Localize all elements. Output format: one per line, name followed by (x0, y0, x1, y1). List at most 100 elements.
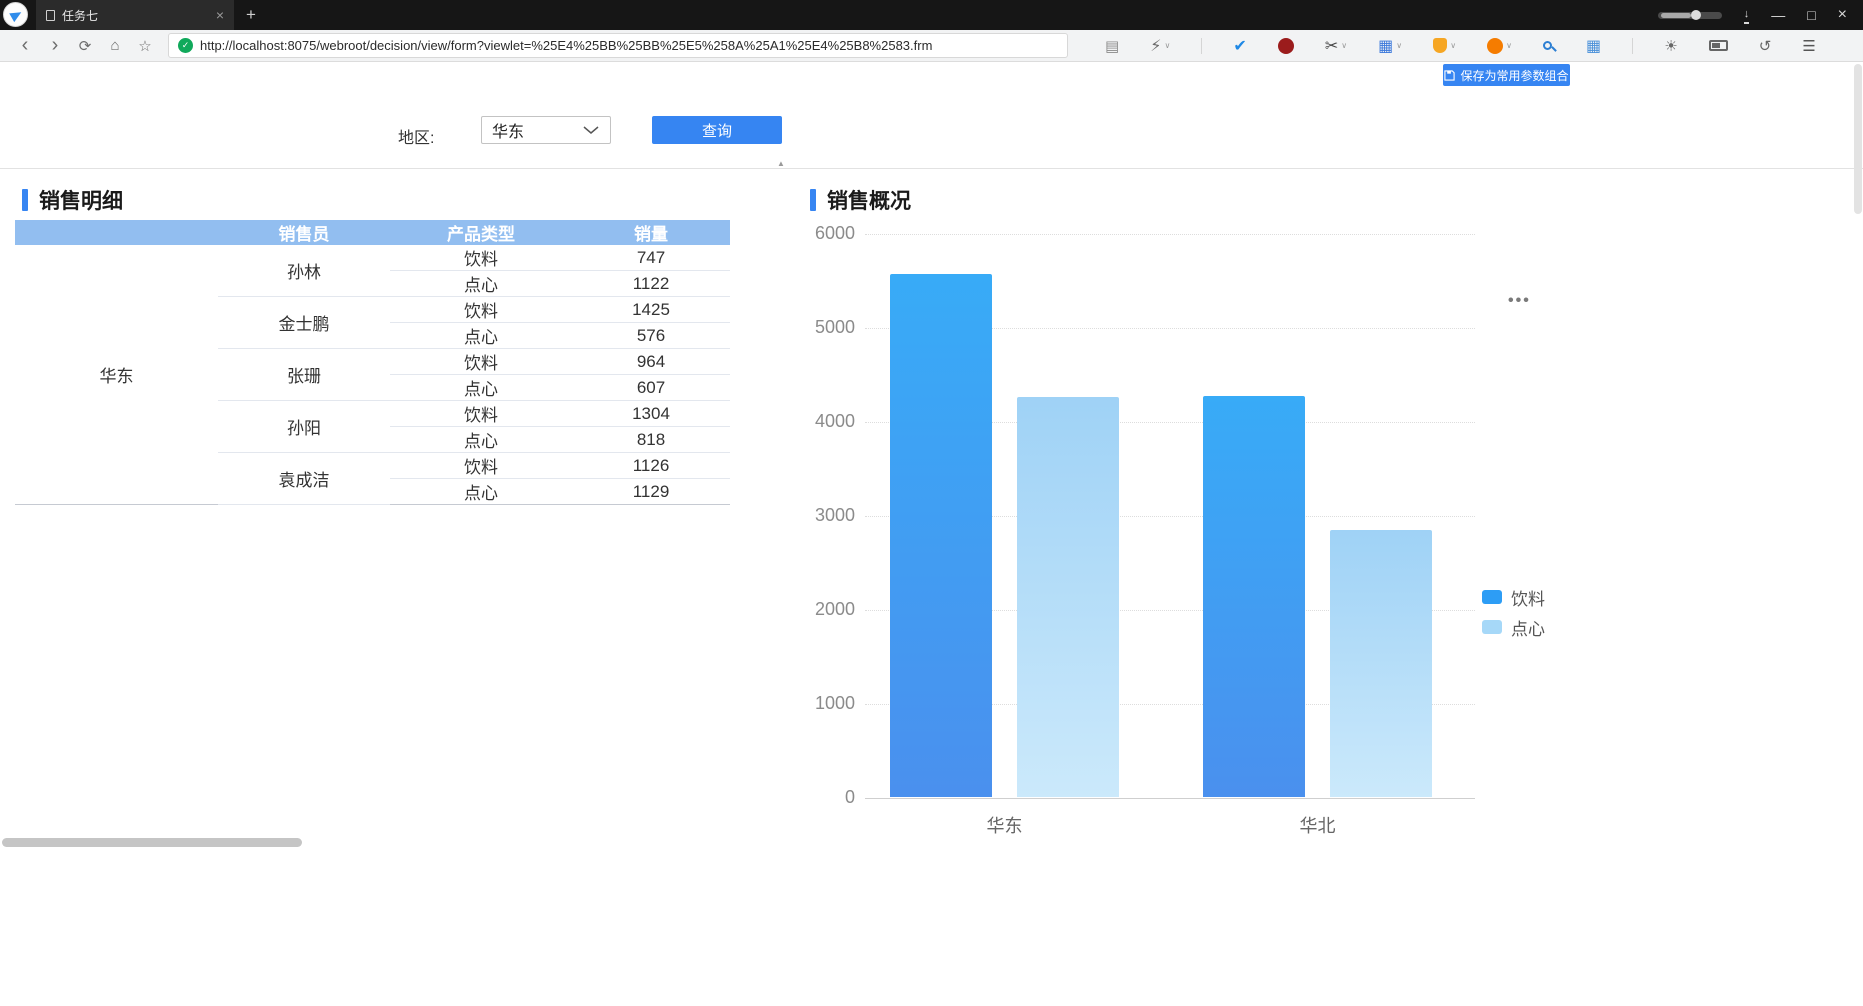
seller-cell: 张珊 (218, 348, 390, 401)
ext-search-icon[interactable] (1542, 39, 1557, 52)
table-glyph: ▦ (1378, 37, 1394, 55)
gridline (865, 234, 1475, 235)
minimize-button[interactable]: — (1771, 8, 1785, 22)
region-cell: 华东 (15, 245, 218, 505)
menu-icon[interactable]: ☰ (1802, 37, 1815, 55)
volume-column-header: 销量 (572, 220, 730, 245)
speed-slider-knob[interactable] (1690, 9, 1701, 20)
maximize-button[interactable]: □ (1807, 8, 1815, 22)
speed-slider[interactable] (1657, 9, 1722, 20)
type-cell: 点心 (390, 478, 572, 505)
value-cell: 1126 (572, 452, 730, 479)
save-param-button[interactable]: 保存为常用参数组合 (1443, 64, 1570, 86)
browser-logo[interactable] (3, 2, 28, 27)
seller-column-header: 销售员 (218, 220, 390, 245)
gridline (865, 798, 1475, 799)
refresh-button[interactable]: ⟳ (70, 37, 100, 55)
seller-cell: 孙林 (218, 245, 390, 297)
download-icon[interactable]: ↓ (1743, 7, 1750, 24)
collapse-arrow-icon[interactable]: ▲ (777, 159, 785, 168)
seller-cell: 孙阳 (218, 400, 390, 453)
value-cell: 607 (572, 374, 730, 401)
paper-plane-icon (9, 7, 24, 22)
magnifier-tail (1551, 46, 1557, 52)
value-cell: 1129 (572, 478, 730, 505)
close-button[interactable]: × (1838, 7, 1847, 23)
reader-grid-icon[interactable]: ▤ (1105, 37, 1119, 55)
bar-华北-点心[interactable] (1330, 530, 1432, 797)
tab-close-icon[interactable]: × (216, 7, 224, 23)
address-bar[interactable]: ✓ http://localhost:8075/webroot/decision… (168, 33, 1068, 58)
ext-red-circle-icon[interactable] (1277, 37, 1294, 54)
value-cell: 576 (572, 322, 730, 349)
y-tick-label: 0 (844, 787, 855, 807)
save-icon (1444, 69, 1456, 81)
title-accent-bar (22, 189, 28, 211)
bookmark-star-icon[interactable]: ☆ (130, 37, 160, 55)
horizontal-scrollbar[interactable] (2, 838, 302, 847)
value-cell: 1122 (572, 270, 730, 297)
seller-cell: 袁成洁 (218, 452, 390, 505)
value-cell: 818 (572, 426, 730, 453)
legend-entry[interactable]: 点心 (1482, 616, 1545, 639)
legend-entry[interactable]: 饮料 (1482, 586, 1545, 609)
lightning-icon[interactable]: ⚡ ∨ (1150, 36, 1170, 56)
vertical-scrollbar[interactable] (1854, 64, 1862, 214)
chevron-down-icon: ∨ (1341, 41, 1348, 50)
ext-grid-icon[interactable]: ▦ (1586, 36, 1601, 56)
orange-shield-shape (1433, 38, 1448, 53)
chart-menu-icon[interactable]: ••• (1508, 292, 1531, 310)
x-tick-label: 华东 (986, 816, 1023, 836)
speed-slider-fill (1660, 12, 1691, 18)
type-cell: 点心 (390, 270, 572, 297)
home-button[interactable]: ⌂ (100, 37, 130, 54)
bar-华北-饮料[interactable] (1203, 395, 1305, 797)
type-cell: 饮料 (390, 348, 572, 375)
url-text[interactable]: http://localhost:8075/webroot/decision/v… (200, 38, 932, 53)
ext-fox-icon[interactable]: ∨ (1487, 37, 1512, 54)
battery-icon[interactable] (1708, 40, 1728, 51)
page-content: 保存为常用参数组合 地区: 华东 查询 ▲ 销售明细 销售员 产品类型 销量 华… (0, 62, 1863, 1006)
y-tick-label: 4000 (814, 411, 855, 431)
browser-tab[interactable]: 任务七 × (36, 0, 234, 30)
value-cell: 1304 (572, 400, 730, 427)
legend-label: 点心 (1511, 619, 1545, 639)
ext-blue-check-icon[interactable]: ✔ (1233, 36, 1246, 56)
ext-table-icon[interactable]: ▦ ∨ (1378, 36, 1402, 56)
sales-overview-chart: 0 1000 2000 3000 4000 5000 6000 华东 华北 饮料 点心 ••• (810, 223, 1560, 894)
bar-华东-点心[interactable] (1017, 397, 1119, 797)
title-accent-bar (810, 189, 816, 211)
new-tab-button[interactable]: + (246, 5, 256, 25)
battery-fill (1711, 43, 1720, 48)
theme-sun-icon[interactable]: ☀ (1664, 37, 1677, 55)
sales-detail-title-text: 销售明细 (39, 190, 123, 213)
x-tick-label: 华北 (1299, 816, 1336, 836)
type-cell: 饮料 (390, 400, 572, 427)
legend-label: 饮料 (1511, 589, 1545, 609)
chevron-down-icon: ∨ (1164, 41, 1171, 50)
query-button[interactable]: 查询 (652, 116, 782, 144)
y-tick-label: 1000 (814, 693, 855, 713)
type-cell: 点心 (390, 426, 572, 453)
ext-scissors-icon[interactable]: ✂ ∨ (1325, 36, 1347, 56)
chevron-down-icon: ∨ (1450, 41, 1457, 50)
sales-overview-title-text: 销售概况 (827, 190, 911, 213)
param-pane-divider (0, 168, 1863, 169)
value-cell: 964 (572, 348, 730, 375)
back-button[interactable]: ‹ (10, 34, 40, 57)
shield-check-glyph: ✓ (181, 40, 190, 50)
table-header-row: 销售员 产品类型 销量 (15, 220, 730, 245)
product-type-column-header: 产品类型 (390, 220, 572, 245)
value-cell: 747 (572, 245, 730, 271)
y-axis: 0 1000 2000 3000 4000 5000 6000 (810, 223, 855, 807)
region-select[interactable]: 华东 (481, 116, 611, 144)
forward-button[interactable]: › (40, 34, 70, 57)
value-cell: 1425 (572, 296, 730, 323)
sales-detail-table: 销售员 产品类型 销量 华东 孙林 饮料 747 点心 1122 金士鹏 饮料 … (15, 220, 730, 505)
ext-orange-shield-icon[interactable]: ∨ (1433, 38, 1456, 53)
region-select-value: 华东 (492, 124, 525, 141)
sales-overview-title: 销售概况 (810, 185, 911, 215)
bar-华东-饮料[interactable] (890, 273, 992, 797)
undo-icon[interactable]: ↺ (1759, 37, 1772, 55)
save-param-label: 保存为常用参数组合 (1460, 68, 1569, 83)
